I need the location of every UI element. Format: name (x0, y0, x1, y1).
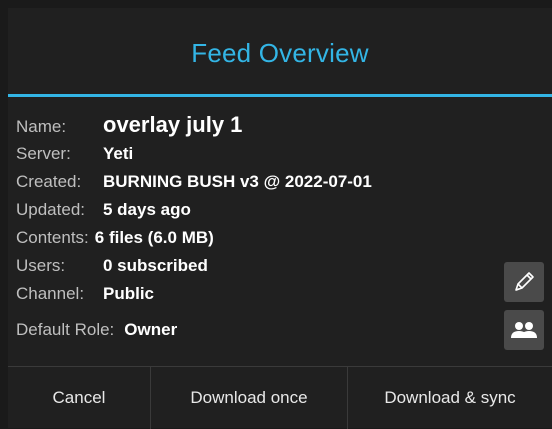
pencil-icon (515, 272, 534, 291)
manage-users-button[interactable] (504, 310, 544, 350)
title-divider (8, 94, 552, 97)
dialog-footer: Cancel Download once Download & sync (8, 366, 552, 429)
channel-row: Channel: Public (16, 284, 154, 304)
download-once-button[interactable]: Download once (151, 367, 348, 429)
updated-row: Updated: 5 days ago (16, 200, 191, 220)
channel-value: Public (103, 284, 155, 303)
users-icon (511, 322, 537, 338)
cancel-button[interactable]: Cancel (8, 367, 151, 429)
created-label: Created: (16, 172, 82, 191)
contents-row: Contents: 6 files (6.0 MB) (16, 228, 214, 248)
server-value: Yeti (103, 144, 134, 163)
dialog-title: Feed Overview (191, 37, 369, 68)
server-label: Server: (16, 144, 71, 163)
name-row: Name: overlay july 1 (16, 112, 242, 138)
contents-label: Contents: (16, 228, 89, 247)
download-sync-button[interactable]: Download & sync (348, 367, 552, 429)
created-value: BURNING BUSH v3 @ 2022-07-01 (103, 172, 372, 191)
users-label: Users: (16, 256, 66, 275)
edit-button[interactable] (504, 262, 544, 302)
name-label: Name: (16, 117, 67, 136)
title-bar: Feed Overview (8, 8, 552, 94)
updated-label: Updated: (16, 200, 85, 219)
default-role-row: Default Role: Owner (16, 320, 177, 340)
server-row: Server: Yeti (16, 144, 133, 164)
users-row: Users: 0 subscribed (16, 256, 208, 276)
feed-overview-dialog: Feed Overview Name: overlay july 1 Serve… (8, 8, 552, 429)
default-role-value: Owner (124, 320, 178, 339)
channel-label: Channel: (16, 284, 85, 303)
default-role-label: Default Role: (16, 320, 115, 339)
name-value: overlay july 1 (103, 112, 243, 137)
updated-value: 5 days ago (103, 200, 191, 219)
created-row: Created: BURNING BUSH v3 @ 2022-07-01 (16, 172, 372, 192)
users-value: 0 subscribed (103, 256, 208, 275)
contents-value: 6 files (6.0 MB) (94, 228, 214, 247)
